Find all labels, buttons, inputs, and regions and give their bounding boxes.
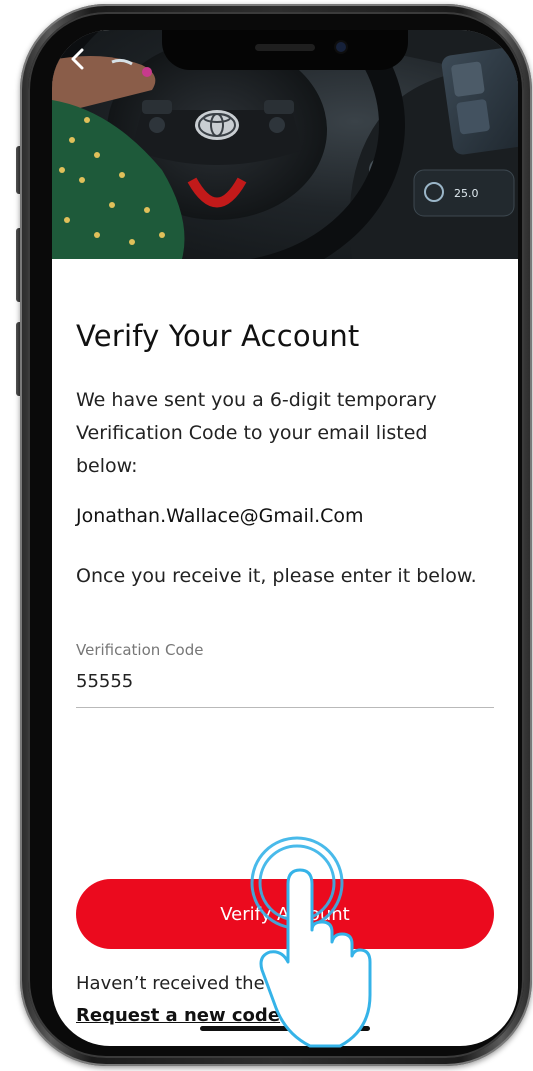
phone-screen: 25.0 Verify Your Account We have sent yo… xyxy=(52,30,518,1046)
page-title: Verify Your Account xyxy=(76,319,360,353)
verification-code-label: Verification Code xyxy=(76,641,204,659)
speaker-grille xyxy=(255,44,315,51)
front-camera xyxy=(336,42,346,52)
svg-text:25.0: 25.0 xyxy=(454,187,479,200)
device-notch xyxy=(162,30,408,70)
email-address: Jonathan.Wallace@Gmail.Com xyxy=(76,505,364,527)
intro-text: We have sent you a 6-digit temporary Ver… xyxy=(76,389,437,477)
verification-code-input[interactable] xyxy=(76,671,476,692)
home-indicator[interactable] xyxy=(200,1026,370,1031)
app-screenshot: 25.0 Verify Your Account We have sent yo… xyxy=(0,0,533,1071)
request-new-code-link[interactable]: Request a new code xyxy=(76,1005,280,1026)
resend-prompt: Haven’t received the code? xyxy=(76,973,324,994)
verify-account-button[interactable]: Verify Account xyxy=(76,879,494,949)
back-button[interactable] xyxy=(62,44,92,74)
instruction-text: Once you receive it, please enter it bel… xyxy=(76,565,477,587)
chevron-left-icon xyxy=(71,48,84,70)
verification-code-field: Verification Code xyxy=(76,637,494,708)
